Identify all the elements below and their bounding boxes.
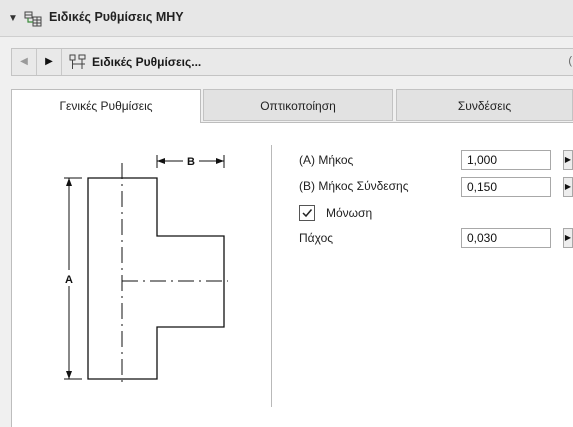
dimension-label-a: A [65,274,73,286]
navigation-overflow-glyph: ( [568,55,572,67]
object-settings-icon [69,54,86,69]
vertical-divider [271,145,272,407]
thickness-spin-button[interactable]: ▶ [563,228,573,248]
settings-panel: A B (A) Μήκος 1,000 ▶ (B) Μήκος Σύνδεσης… [11,122,573,427]
panel-title: Ειδικές Ρυθμίσεις ΜΗΥ [49,10,184,24]
panel-header[interactable]: ▼ Ειδικές Ρυθμίσεις ΜΗΥ [0,0,573,37]
thickness-input[interactable]: 0,030 [461,228,551,248]
next-button[interactable]: ▶ [37,49,62,75]
settings-table-icon [24,11,42,27]
navigation-title: Ειδικές Ρυθμίσεις... [92,55,202,69]
connection-length-spin-button[interactable]: ▶ [563,177,573,197]
thickness-label: Πάχος [299,231,334,245]
insulation-checkbox[interactable] [299,205,315,221]
length-label: (A) Μήκος [299,153,354,167]
tee-outline [87,177,225,380]
navigation-bar: ◀ ▶ Ειδικές Ρυθμίσεις... ( [11,48,573,76]
tab-connections[interactable]: Συνδέσεις [396,89,573,121]
tab-general-settings[interactable]: Γενικές Ρυθμίσεις [11,89,201,123]
previous-button[interactable]: ◀ [12,49,37,75]
collapse-triangle-icon[interactable]: ▼ [8,13,18,24]
connection-length-input[interactable]: 0,150 [461,177,551,197]
insulation-label: Μόνωση [326,206,373,220]
tab-visualization[interactable]: Οπτικοποίηση [203,89,393,121]
length-input[interactable]: 1,000 [461,150,551,170]
connection-length-label: (B) Μήκος Σύνδεσης [299,179,409,193]
tee-fitting-diagram: A B [62,154,228,385]
checkmark-icon [302,209,313,218]
dimension-label-b: B [187,156,195,168]
tab-bar: Γενικές Ρυθμίσεις Οπτικοποίηση Συνδέσεις [11,89,573,123]
length-spin-button[interactable]: ▶ [563,150,573,170]
